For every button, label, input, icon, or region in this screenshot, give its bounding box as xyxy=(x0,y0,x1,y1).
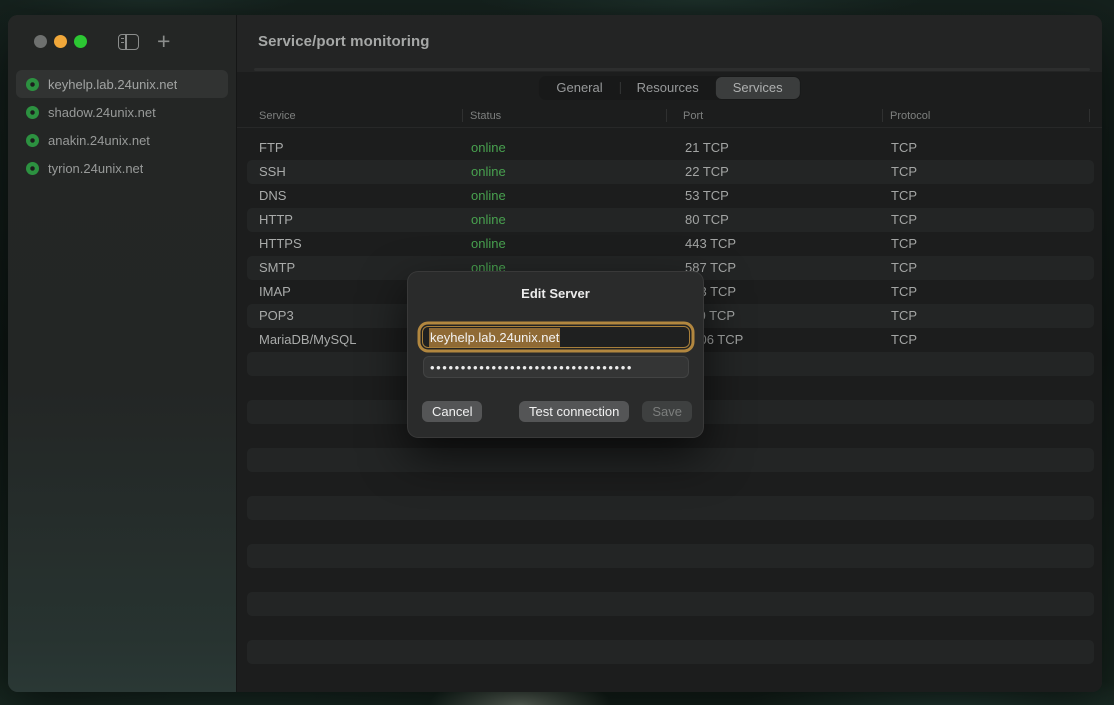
sidebar-item-server-1[interactable]: shadow.24unix.net xyxy=(16,98,228,126)
table-row-empty xyxy=(237,592,1102,616)
zoom-window-icon[interactable] xyxy=(74,35,87,48)
sidebar-item-server-3[interactable]: tyrion.24unix.net xyxy=(16,154,228,182)
protocol-cell: TCP xyxy=(891,184,917,208)
tab-segmented-control: GeneralResourcesServices xyxy=(538,76,800,100)
status-cell: online xyxy=(471,136,506,160)
tab-services[interactable]: Services xyxy=(716,77,800,99)
status-cell: online xyxy=(471,208,506,232)
protocol-cell: TCP xyxy=(891,280,917,304)
test-connection-button[interactable]: Test connection xyxy=(519,401,629,422)
dialog-title: Edit Server xyxy=(407,286,704,301)
status-cell: online xyxy=(471,160,506,184)
protocol-cell: TCP xyxy=(891,256,917,280)
server-status-online-icon xyxy=(26,78,39,91)
titlebar-main: Service/port monitoring xyxy=(237,15,1102,68)
protocol-cell: TCP xyxy=(891,328,917,352)
table-row-empty xyxy=(237,472,1102,496)
save-button[interactable]: Save xyxy=(642,401,692,422)
table-row-empty xyxy=(237,568,1102,592)
port-cell: 22 TCP xyxy=(685,160,729,184)
server-status-online-icon xyxy=(26,162,39,175)
port-cell: 443 TCP xyxy=(685,232,736,256)
table-row-ftp[interactable]: FTP online 21 TCP TCP xyxy=(237,136,1102,160)
service-cell: SSH xyxy=(259,160,286,184)
service-cell: DNS xyxy=(259,184,286,208)
column-separator xyxy=(882,109,883,122)
sidebar: + keyhelp.lab.24unix.net shadow.24unix.ne… xyxy=(8,15,236,692)
server-name-label: shadow.24unix.net xyxy=(48,105,156,120)
status-cell: online xyxy=(471,184,506,208)
port-cell: 80 TCP xyxy=(685,208,729,232)
password-masked-text: ••••••••••••••••••••••••••••••••• xyxy=(430,360,633,375)
service-cell: MariaDB/MySQL xyxy=(259,328,357,352)
protocol-cell: TCP xyxy=(891,232,917,256)
table-row-dns[interactable]: DNS online 53 TCP TCP xyxy=(237,184,1102,208)
service-cell: FTP xyxy=(259,136,284,160)
minimize-window-icon[interactable] xyxy=(54,35,67,48)
table-row-empty xyxy=(237,448,1102,472)
column-separator xyxy=(1089,109,1090,122)
status-cell: online xyxy=(471,232,506,256)
dialog-button-row: Cancel Test connection Save xyxy=(422,401,692,422)
table-row-empty xyxy=(237,640,1102,664)
host-input[interactable]: keyhelp.lab.24unix.net xyxy=(422,326,690,348)
add-server-icon[interactable]: + xyxy=(157,33,170,49)
close-window-icon[interactable] xyxy=(34,35,47,48)
table-row-http[interactable]: HTTP online 80 TCP TCP xyxy=(237,208,1102,232)
table-row-empty xyxy=(237,544,1102,568)
server-name-label: keyhelp.lab.24unix.net xyxy=(48,77,177,92)
column-header-status[interactable]: Status xyxy=(470,104,501,128)
table-row-https[interactable]: HTTPS online 443 TCP TCP xyxy=(237,232,1102,256)
column-separator xyxy=(462,109,463,122)
protocol-cell: TCP xyxy=(891,304,917,328)
table-row-empty xyxy=(237,616,1102,640)
server-status-online-icon xyxy=(26,134,39,147)
tab-general[interactable]: General xyxy=(539,77,619,99)
table-header: Service Status Port Protocol xyxy=(237,104,1102,128)
edit-server-dialog: Edit Server keyhelp.lab.24unix.net •••••… xyxy=(407,271,704,438)
port-cell: 53 TCP xyxy=(685,184,729,208)
desktop-wallpaper: + keyhelp.lab.24unix.net shadow.24unix.ne… xyxy=(0,0,1114,705)
tab-toolbar: GeneralResourcesServices xyxy=(237,72,1102,104)
sidebar-toolbar: + xyxy=(118,34,170,50)
sidebar-item-server-2[interactable]: anakin.24unix.net xyxy=(16,126,228,154)
port-cell: 21 TCP xyxy=(685,136,729,160)
column-separator xyxy=(666,109,667,122)
protocol-cell: TCP xyxy=(891,208,917,232)
host-input-selected-text: keyhelp.lab.24unix.net xyxy=(429,328,560,347)
service-cell: HTTPS xyxy=(259,232,302,256)
page-title: Service/port monitoring xyxy=(258,33,430,50)
titlebar-left: + xyxy=(8,15,236,68)
column-header-protocol[interactable]: Protocol xyxy=(890,104,930,128)
service-cell: SMTP xyxy=(259,256,295,280)
service-cell: POP3 xyxy=(259,304,294,328)
service-cell: HTTP xyxy=(259,208,293,232)
sidebar-item-server-0[interactable]: keyhelp.lab.24unix.net xyxy=(16,70,228,98)
table-row-empty xyxy=(237,520,1102,544)
server-name-label: tyrion.24unix.net xyxy=(48,161,143,176)
service-cell: IMAP xyxy=(259,280,291,304)
column-header-service[interactable]: Service xyxy=(259,104,296,128)
table-row-empty xyxy=(237,496,1102,520)
protocol-cell: TCP xyxy=(891,136,917,160)
header-border xyxy=(237,127,1102,128)
table-row-ssh[interactable]: SSH online 22 TCP TCP xyxy=(237,160,1102,184)
toggle-sidebar-icon[interactable] xyxy=(118,34,139,50)
tab-resources[interactable]: Resources xyxy=(620,77,716,99)
password-input[interactable]: ••••••••••••••••••••••••••••••••• xyxy=(423,356,689,378)
cancel-button[interactable]: Cancel xyxy=(422,401,482,422)
server-name-label: anakin.24unix.net xyxy=(48,133,150,148)
protocol-cell: TCP xyxy=(891,160,917,184)
column-header-port[interactable]: Port xyxy=(683,104,703,128)
server-list: keyhelp.lab.24unix.net shadow.24unix.net a… xyxy=(8,68,236,182)
server-status-online-icon xyxy=(26,106,39,119)
